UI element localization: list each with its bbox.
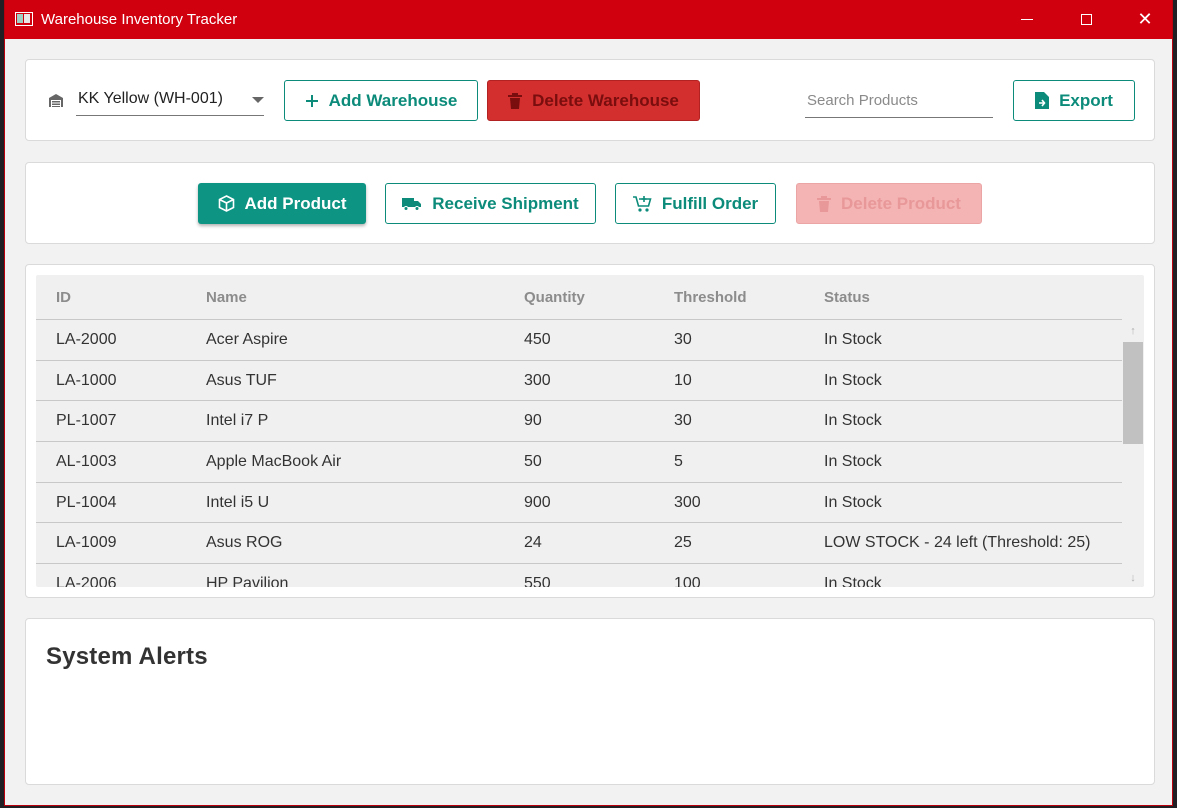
cart-icon [632,195,652,213]
cell-name: Asus ROG [206,534,283,552]
cell-status: LOW STOCK - 24 left (Threshold: 25) [824,534,1091,552]
app-window: Warehouse Inventory Tracker ✕ KK Yellow … [4,0,1173,806]
title-bar[interactable]: Warehouse Inventory Tracker ✕ [5,0,1172,39]
cell-status: In Stock [824,493,882,511]
system-alerts-title: System Alerts [46,643,208,670]
table-row[interactable]: LA-1000 Asus TUF 300 10 In Stock [36,361,1122,402]
warehouse-icon [48,92,64,108]
cell-id: AL-1003 [56,453,117,471]
table-row[interactable]: PL-1004 Intel i5 U 900 300 In Stock [36,483,1122,524]
column-header-threshold[interactable]: Threshold [674,289,747,306]
add-warehouse-button[interactable]: Add Warehouse [284,80,478,121]
receive-shipment-button[interactable]: Receive Shipment [385,183,596,224]
column-header-quantity[interactable]: Quantity [524,289,585,306]
cell-threshold: 30 [674,331,692,348]
table-row[interactable]: LA-2006 HP Pavilion 550 100 In Stock [36,564,1122,587]
fulfill-order-button[interactable]: Fulfill Order [615,183,776,224]
cell-name: Intel i7 P [206,412,269,430]
delete-warehouse-label: Delete Warehouse [532,90,679,110]
cell-quantity: 900 [524,493,551,511]
window-icon [15,12,33,26]
delete-product-button[interactable]: Delete Product [796,183,982,224]
system-alerts-panel: System Alerts [25,618,1155,785]
product-actions: Add Product Receive Shipment Fulfill Ord… [25,162,1155,244]
cell-quantity: 90 [524,412,542,430]
export-button[interactable]: Export [1013,80,1135,121]
cell-quantity: 450 [524,331,551,348]
cell-id: LA-2000 [56,331,117,348]
table-header: ID Name Quantity Threshold Status [36,275,1122,320]
cell-threshold: 100 [674,575,701,587]
cell-name: Intel i5 U [206,493,270,511]
table-row[interactable]: LA-1009 Asus ROG 24 25 LOW STOCK - 24 le… [36,523,1122,565]
export-label: Export [1059,90,1113,110]
plus-icon [305,94,319,108]
cell-name: Asus TUF [206,371,277,389]
table-row[interactable]: PL-1007 Intel i7 P 90 30 In Stock [36,401,1122,443]
cell-status: In Stock [824,412,882,430]
add-product-button[interactable]: Add Product [198,183,366,224]
receive-shipment-label: Receive Shipment [432,193,579,213]
delete-warehouse-button[interactable]: Delete Warehouse [487,80,700,121]
cell-quantity: 24 [524,534,542,552]
cell-threshold: 30 [674,412,692,430]
search-placeholder: Search Products [807,92,918,109]
cell-id: PL-1007 [56,412,117,430]
cell-name: HP Pavilion [206,575,289,587]
cell-name: Acer Aspire [206,331,288,348]
close-icon: ✕ [1137,9,1153,29]
table-row[interactable]: LA-2000 Acer Aspire 450 30 In Stock [36,320,1122,361]
warehouse-select[interactable]: KK Yellow (WH-001) [76,86,264,116]
cell-quantity: 550 [524,575,551,587]
window-title: Warehouse Inventory Tracker [41,11,238,28]
cell-status: In Stock [824,331,882,348]
cell-quantity: 50 [524,453,542,471]
table-scrollbar[interactable]: ↑ ↓ [1122,320,1144,587]
fulfill-order-label: Fulfill Order [661,193,759,213]
cell-status: In Stock [824,453,882,471]
add-product-label: Add Product [244,193,347,213]
cell-threshold: 5 [674,453,683,471]
scrollbar-thumb[interactable] [1123,342,1143,444]
inventory-table: ID Name Quantity Threshold Status LA-200… [36,275,1144,587]
cell-id: LA-1009 [56,534,117,552]
table-body: LA-2000 Acer Aspire 450 30 In Stock LA-1… [36,320,1122,587]
cell-id: LA-1000 [56,371,117,389]
close-button[interactable]: ✕ [1122,0,1168,39]
cell-name: Apple MacBook Air [206,453,342,471]
maximize-icon [1080,14,1092,25]
cell-status: In Stock [824,575,882,587]
truck-icon [402,197,422,211]
search-input[interactable]: Search Products [805,86,993,118]
add-warehouse-label: Add Warehouse [328,90,458,110]
cell-threshold: 10 [674,371,692,389]
trash-icon [508,92,523,109]
inventory-panel: ID Name Quantity Threshold Status LA-200… [25,264,1155,598]
cell-id: PL-1004 [56,493,117,511]
cell-quantity: 300 [524,371,551,389]
cell-threshold: 25 [674,534,692,552]
scroll-down-arrow-icon[interactable]: ↓ [1122,569,1144,587]
table-row[interactable]: AL-1003 Apple MacBook Air 50 5 In Stock [36,442,1122,483]
column-header-id[interactable]: ID [56,289,71,306]
column-header-status[interactable]: Status [824,289,870,306]
file-export-icon [1035,92,1050,109]
scroll-up-arrow-icon[interactable]: ↑ [1122,322,1144,340]
maximize-button[interactable] [1063,0,1109,39]
cube-icon [218,195,235,212]
minimize-button[interactable] [1004,0,1050,39]
column-header-name[interactable]: Name [206,289,247,306]
warehouse-toolbar: KK Yellow (WH-001) Add Warehouse Delete … [25,59,1155,141]
cell-id: LA-2006 [56,575,117,587]
cell-threshold: 300 [674,493,701,511]
cell-status: In Stock [824,371,882,389]
delete-product-label: Delete Product [841,193,961,213]
minimize-icon [1021,19,1033,20]
warehouse-select-value: KK Yellow (WH-001) [78,90,223,107]
trash-icon [817,195,831,212]
chevron-down-icon [252,97,264,103]
